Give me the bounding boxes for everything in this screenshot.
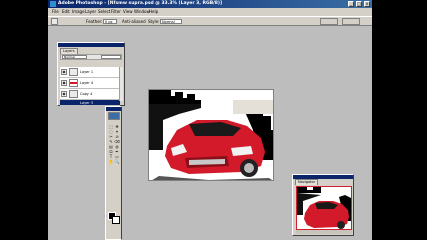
car-artwork (149, 90, 273, 180)
lock-options[interactable] (60, 61, 122, 66)
title-bar: Adobe Photoshop - [Nfsmw supra.psd @ 33.… (48, 0, 372, 8)
layer-name: Layer 4 (80, 81, 94, 85)
background-color-swatch[interactable] (112, 216, 120, 224)
tool-grid: ⬚ ✥ ◌ ⌖ ✂ ⊘ ✎ ⌫ ▤ ◍ ⬭ ✒ T ▭ ✋ 🔍 (108, 124, 120, 164)
layer-row[interactable]: ◉ Layer 1 (60, 67, 120, 78)
minimize-button[interactable]: _ (348, 1, 354, 7)
toolbox-titlebar[interactable] (106, 107, 121, 111)
menu-image[interactable]: Image (72, 8, 85, 16)
photoshop-screen: Adobe Photoshop - [Nfsmw supra.psd @ 33.… (48, 0, 372, 240)
layer-name: Layer 3 (80, 101, 94, 105)
layers-palette-titlebar[interactable] (58, 43, 124, 47)
eye-icon[interactable]: ◉ (61, 80, 67, 86)
menu-filter[interactable]: Filter (111, 8, 121, 16)
menu-file[interactable]: File (52, 8, 59, 16)
menu-view[interactable]: View (123, 8, 133, 16)
layer-thumbnail (69, 79, 78, 87)
navigator-palette: Navigator (292, 174, 354, 236)
palette-well[interactable] (320, 18, 338, 25)
style-label: Style: (148, 19, 160, 24)
marquee-preset-icon[interactable] (51, 18, 58, 25)
navigator-preview[interactable] (296, 186, 352, 230)
options-bar: Feather: 0 px Anti-aliased Style: Normal (48, 16, 372, 26)
feather-label: Feather: (86, 19, 103, 24)
navigator-thumbnail (297, 187, 351, 229)
layer-row[interactable]: ◉ Copy 4 (60, 89, 120, 100)
blend-mode-select[interactable]: Normal (62, 55, 87, 59)
layer-name: Layer 1 (80, 70, 94, 74)
menu-window[interactable]: Window (134, 8, 150, 16)
maximize-button[interactable]: □ (356, 1, 362, 7)
photoshop-logo-icon[interactable] (108, 112, 120, 120)
zoom-slider[interactable] (296, 230, 352, 234)
menu-bar: File Edit Image Layer Select Filter View… (48, 8, 372, 16)
toolbox: ⬚ ✥ ◌ ⌖ ✂ ⊘ ✎ ⌫ ▤ ◍ ⬭ ✒ T ▭ ✋ 🔍 (105, 106, 122, 240)
window-title: Adobe Photoshop - [Nfsmw supra.psd @ 33.… (58, 1, 223, 6)
menu-select[interactable]: Select (98, 8, 110, 16)
opacity-field[interactable] (101, 55, 121, 59)
style-select[interactable]: Normal (160, 19, 182, 24)
zoom-tool-icon[interactable]: 🔍 (114, 159, 120, 164)
eye-icon[interactable]: ◉ (61, 69, 67, 75)
eye-icon[interactable]: ◉ (61, 91, 67, 97)
file-browser-button[interactable] (342, 18, 360, 25)
anti-alias-label[interactable]: Anti-aliased (122, 17, 146, 26)
layers-blend-bar: Normal (60, 54, 122, 60)
workspace: Layers Normal ◉ Layer 1 ◉ Layer 4 ◉ Copy… (48, 26, 372, 240)
feather-field[interactable]: 0 px (103, 19, 117, 24)
layer-thumbnail (69, 90, 78, 98)
menu-layer[interactable]: Layer (85, 8, 96, 16)
close-button[interactable]: x (364, 1, 370, 7)
photoshop-app-icon (50, 1, 56, 7)
menu-help[interactable]: Help (149, 8, 158, 16)
layer-thumbnail (69, 68, 78, 76)
tab-navigator[interactable]: Navigator (295, 179, 319, 185)
layers-palette: Layers Normal ◉ Layer 1 ◉ Layer 4 ◉ Copy… (57, 42, 125, 106)
layers-scrollbar[interactable] (119, 67, 123, 101)
document-canvas[interactable] (148, 89, 274, 181)
menu-edit[interactable]: Edit (62, 8, 70, 16)
layer-name: Copy 4 (80, 92, 93, 96)
layer-row[interactable]: ◉ Layer 4 (60, 78, 120, 89)
